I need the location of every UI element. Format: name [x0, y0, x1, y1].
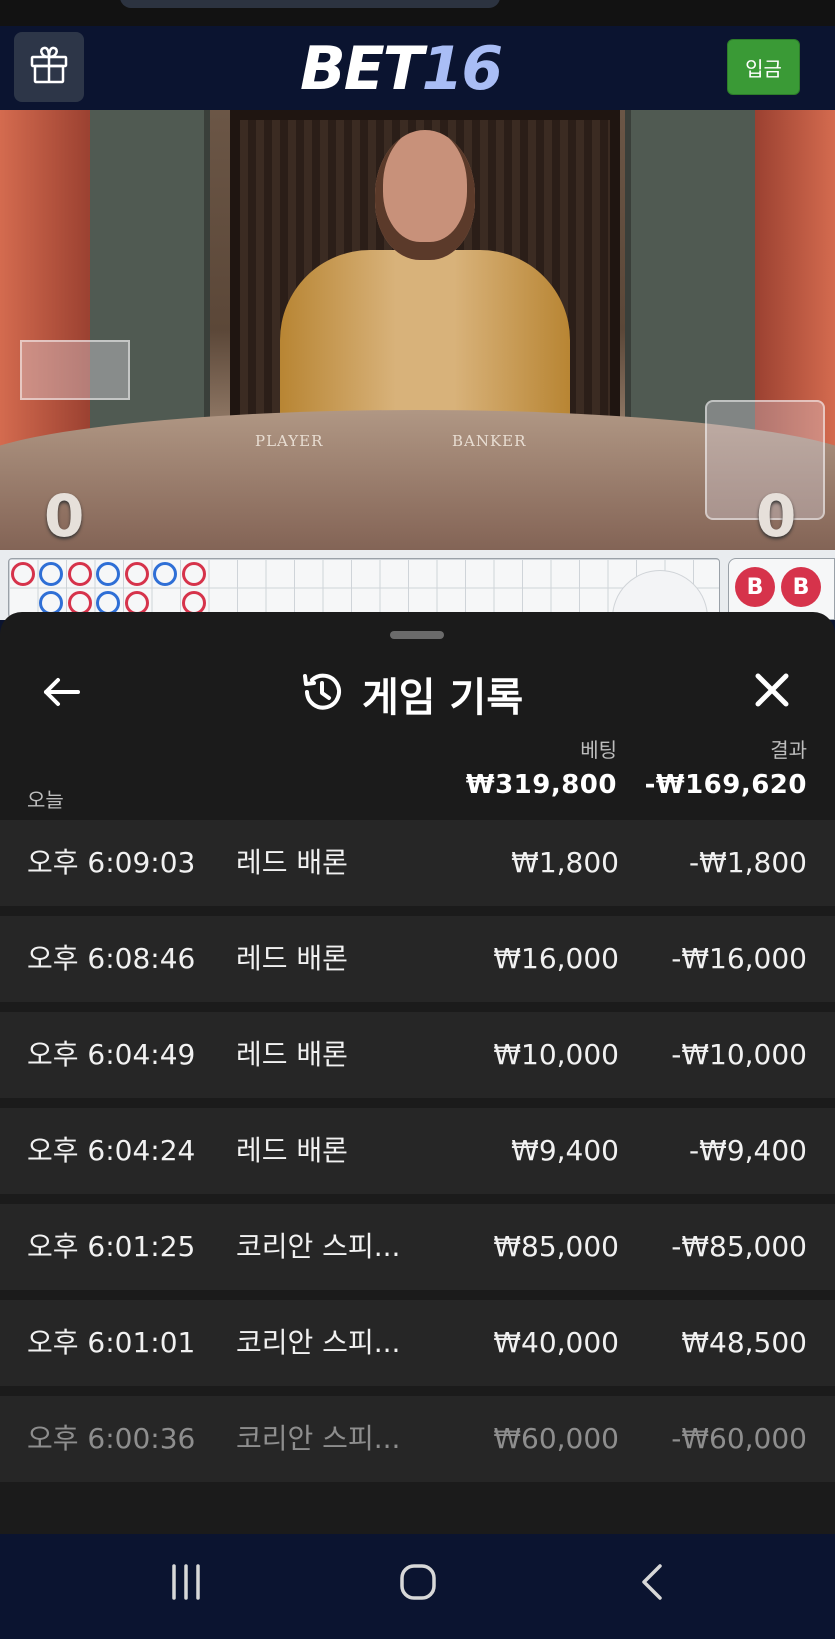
row-result: -₩60,000 [671, 1422, 807, 1455]
gift-button[interactable] [14, 32, 84, 102]
history-summary: 베팅 결과 오늘 ₩319,800 -₩169,620 [0, 732, 835, 820]
road-circle-player [153, 562, 177, 586]
history-row[interactable]: 오후 6:00:36 코리안 스피... ₩60,000 -₩60,000 [0, 1396, 835, 1482]
close-icon [754, 672, 790, 712]
row-time: 오후 6:00:36 [27, 1422, 196, 1455]
sheet-title: 게임 기록 [362, 675, 524, 721]
row-time: 오후 6:01:01 [27, 1326, 196, 1359]
sheet-header: 게임 기록 [0, 642, 835, 742]
row-result: -₩16,000 [671, 942, 807, 975]
table-label-player: PLAYER [255, 432, 324, 450]
today-label: 오늘 [27, 788, 64, 812]
gift-icon [27, 43, 71, 91]
history-row[interactable]: 오후 6:01:01 코리안 스피... ₩40,000 ₩48,500 [0, 1300, 835, 1386]
row-result: ₩48,500 [681, 1326, 807, 1359]
status-bar [0, 0, 835, 26]
live-video-stream[interactable]: PLAYER BANKER 0 0 [0, 110, 835, 550]
road-circle-banker [68, 562, 92, 586]
chevron-left-icon [634, 1562, 674, 1606]
history-row[interactable]: 오후 6:08:46 레드 배론 ₩16,000 -₩16,000 [0, 916, 835, 1002]
row-bet: ₩60,000 [493, 1422, 619, 1455]
bead-road: B B [728, 558, 835, 620]
road-circle-banker [182, 562, 206, 586]
drag-handle[interactable] [390, 631, 444, 639]
nav-back-button[interactable] [614, 1554, 694, 1614]
row-time: 오후 6:08:46 [27, 942, 196, 975]
row-bet: ₩40,000 [493, 1326, 619, 1359]
row-time: 오후 6:04:49 [27, 1038, 196, 1071]
road-circle-banker [125, 562, 149, 586]
row-bet: ₩1,800 [511, 846, 619, 879]
row-game: 레드 배론 [236, 1134, 348, 1167]
bet-column-label: 베팅 [580, 738, 617, 762]
row-game: 코리안 스피... [236, 1422, 401, 1455]
row-game: 코리안 스피... [236, 1230, 401, 1263]
row-bet: ₩10,000 [493, 1038, 619, 1071]
history-row[interactable]: 오후 6:09:03 레드 배론 ₩1,800 -₩1,800 [0, 820, 835, 906]
recents-button[interactable] [146, 1554, 226, 1614]
recents-icon [166, 1562, 206, 1606]
row-bet: ₩16,000 [493, 942, 619, 975]
logo-text-bet: BET [300, 34, 424, 104]
row-result: -₩85,000 [671, 1230, 807, 1263]
logo-text-number: 16 [421, 34, 503, 104]
road-circle-player [96, 562, 120, 586]
home-button[interactable] [378, 1554, 458, 1614]
result-column-label: 결과 [770, 738, 807, 762]
row-result: -₩1,800 [689, 846, 807, 879]
history-icon [300, 670, 344, 718]
table-label-banker: BANKER [452, 432, 527, 450]
back-button[interactable] [38, 670, 86, 718]
row-result: -₩9,400 [689, 1134, 807, 1167]
card-tray-left [20, 340, 130, 400]
scoreboard-roadmap[interactable]: B B [0, 550, 835, 620]
close-button[interactable] [748, 668, 796, 716]
system-nav-bar [0, 1534, 835, 1639]
result-total: -₩169,620 [644, 770, 807, 800]
history-row[interactable]: 오후 6:01:25 코리안 스피... ₩85,000 -₩85,000 [0, 1204, 835, 1290]
deposit-button[interactable]: 입금 [727, 39, 800, 95]
decor-panel-right [625, 110, 755, 440]
player-score: 0 [44, 482, 85, 550]
row-time: 오후 6:01:25 [27, 1230, 196, 1263]
url-pill [120, 0, 500, 8]
home-icon [398, 1562, 438, 1606]
row-time: 오후 6:04:24 [27, 1134, 196, 1167]
row-game: 코리안 스피... [236, 1326, 401, 1359]
bead-banker: B [735, 567, 775, 607]
row-game: 레드 배론 [236, 942, 348, 975]
row-game: 레드 배론 [236, 1038, 348, 1071]
row-game: 레드 배론 [236, 846, 348, 879]
banker-score: 0 [756, 482, 797, 550]
road-circle-player [39, 562, 63, 586]
bead-banker: B [781, 567, 821, 607]
sheet-title-group: 게임 기록 [300, 664, 523, 724]
history-row[interactable]: 오후 6:04:49 레드 배론 ₩10,000 -₩10,000 [0, 1012, 835, 1098]
arrow-left-icon [42, 676, 82, 712]
game-history-sheet: 게임 기록 베팅 결과 오늘 ₩319,800 -₩169,620 오후 6:0… [0, 612, 835, 1534]
history-list: 오후 6:09:03 레드 배론 ₩1,800 -₩1,800 오후 6:08:… [0, 820, 835, 1492]
history-row[interactable]: 오후 6:04:24 레드 배론 ₩9,400 -₩9,400 [0, 1108, 835, 1194]
row-time: 오후 6:09:03 [27, 846, 196, 879]
row-bet: ₩85,000 [493, 1230, 619, 1263]
brand-logo[interactable]: BET16 [300, 34, 503, 104]
row-result: -₩10,000 [671, 1038, 807, 1071]
top-bar: BET16 입금 [0, 26, 835, 110]
road-circle-banker [11, 562, 35, 586]
bet-total: ₩319,800 [465, 770, 617, 800]
row-bet: ₩9,400 [511, 1134, 619, 1167]
dealer-head [375, 130, 475, 260]
